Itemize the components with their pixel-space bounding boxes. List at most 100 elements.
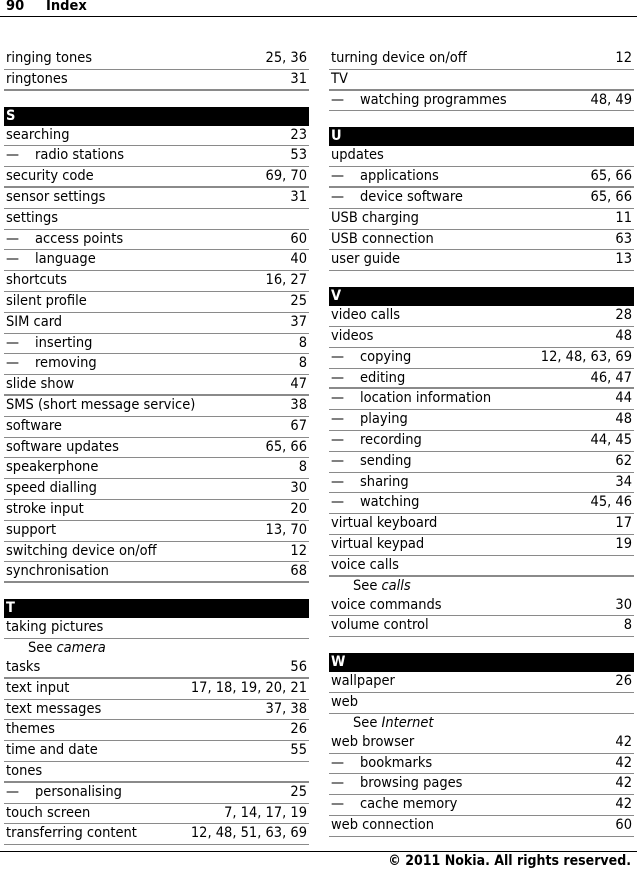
index-term: — inserting: [6, 334, 92, 353]
index-entry: shortcuts 16, 27: [4, 271, 309, 292]
index-page-refs[interactable]: 23: [290, 126, 307, 145]
index-page-refs[interactable]: 67: [290, 417, 307, 436]
index-page-refs[interactable]: 42: [615, 733, 632, 752]
index-term-text: updates: [331, 147, 384, 164]
index-page-refs[interactable]: 46, 47: [591, 369, 632, 388]
index-entry: text messages 37, 38: [4, 700, 309, 721]
index-term-text: support: [6, 521, 57, 538]
index-page-refs[interactable]: 60: [615, 816, 632, 835]
index-page-refs[interactable]: 26: [615, 672, 632, 691]
index-page-refs[interactable]: 8: [299, 458, 307, 477]
index-page-refs[interactable]: 65, 66: [266, 438, 307, 457]
index-term-text: videos: [331, 327, 374, 344]
index-page-refs[interactable]: 37: [290, 313, 307, 332]
index-page-refs[interactable]: 16, 27: [266, 271, 307, 290]
index-page-refs[interactable]: 48: [615, 410, 632, 429]
index-page-refs[interactable]: 40: [290, 250, 307, 269]
index-page-refs[interactable]: 31: [290, 188, 307, 207]
index-page-refs[interactable]: 8: [299, 334, 307, 353]
subentry-dash: —: [331, 411, 345, 428]
index-entry: user guide 13: [329, 250, 634, 272]
index-term-text: USB connection: [331, 230, 434, 247]
index-term-text: themes: [6, 721, 55, 738]
index-page-refs[interactable]: 25, 36: [266, 49, 307, 68]
index-page-refs[interactable]: 12: [615, 49, 632, 68]
see-reference-link[interactable]: calls: [382, 578, 411, 594]
index-page-refs[interactable]: 12, 48, 63, 69: [541, 348, 632, 367]
index-page-refs[interactable]: 13, 70: [266, 521, 307, 540]
index-page-refs[interactable]: 28: [615, 306, 632, 325]
index-page-refs[interactable]: 65, 66: [591, 188, 632, 207]
index-page-refs[interactable]: 12: [290, 542, 307, 561]
index-page-refs[interactable]: 13: [615, 250, 632, 269]
index-page-refs[interactable]: 47: [290, 375, 307, 394]
index-page-refs[interactable]: 34: [615, 473, 632, 492]
subentry-dash: —: [6, 230, 20, 247]
index-page-refs[interactable]: 25: [290, 292, 307, 311]
index-page-refs[interactable]: 42: [615, 795, 632, 814]
see-reference: See calls: [329, 577, 634, 596]
index-term: wallpaper: [331, 672, 395, 691]
index-term-text: user guide: [331, 251, 401, 268]
index-page-refs[interactable]: 38: [290, 396, 307, 415]
index-page-refs[interactable]: 20: [290, 500, 307, 519]
index-page-refs[interactable]: 19: [615, 535, 632, 554]
index-page-refs[interactable]: 25: [290, 783, 307, 802]
index-page-refs[interactable]: 44, 45: [591, 431, 632, 450]
index-term-text: switching device on/off: [6, 542, 157, 559]
index-page-refs[interactable]: 68: [290, 562, 307, 581]
index-term: sensor settings: [6, 188, 105, 207]
index-page-refs[interactable]: 30: [290, 479, 307, 498]
index-subentry: — copying 12, 48, 63, 69: [329, 348, 634, 369]
index-term-text: web: [331, 693, 358, 710]
index-page-refs[interactable]: 12, 48, 51, 63, 69: [191, 824, 307, 843]
index-subentry: — radio stations 53: [4, 146, 309, 168]
index-term: — access points: [6, 230, 123, 249]
index-entry: software updates 65, 66: [4, 438, 309, 459]
index-page-refs[interactable]: 53: [290, 146, 307, 165]
index-page-refs[interactable]: 7, 14, 17, 19: [224, 804, 307, 823]
index-page-refs[interactable]: 65, 66: [591, 167, 632, 186]
index-term-text: language: [35, 251, 96, 268]
index-page-refs[interactable]: 17: [615, 514, 632, 533]
index-page-refs[interactable]: 56: [290, 658, 307, 677]
index-term: — applications: [331, 167, 439, 186]
index-page-refs[interactable]: 30: [615, 596, 632, 615]
index-page-refs[interactable]: 62: [615, 452, 632, 471]
index-page-refs[interactable]: 44: [615, 389, 632, 408]
index-page-refs[interactable]: 69, 70: [266, 167, 307, 186]
index-page-refs[interactable]: 31: [290, 70, 307, 89]
see-reference-link[interactable]: Internet: [382, 715, 434, 731]
see-reference-link[interactable]: camera: [57, 640, 106, 656]
index-page-refs[interactable]: 48, 49: [591, 91, 632, 110]
index-term: security code: [6, 167, 94, 186]
index-term-text: playing: [360, 411, 408, 428]
index-page-refs[interactable]: 11: [615, 209, 632, 228]
index-entry: searching 23: [4, 126, 309, 147]
index-term-text: settings: [6, 209, 59, 226]
index-term: text messages: [6, 700, 101, 719]
index-page-refs[interactable]: 45, 46: [591, 493, 632, 512]
index-page-refs[interactable]: 60: [290, 230, 307, 249]
index-page-refs[interactable]: 55: [290, 741, 307, 760]
index-entry: virtual keypad 19: [329, 535, 634, 556]
index-page-refs[interactable]: 42: [615, 754, 632, 773]
index-page-refs[interactable]: 8: [624, 616, 632, 635]
index-page-refs[interactable]: 42: [615, 774, 632, 793]
index-term-text: taking pictures: [6, 619, 104, 636]
index-term: voice calls: [331, 556, 399, 575]
index-page-refs[interactable]: 17, 18, 19, 20, 21: [191, 679, 307, 698]
index-term: user guide: [331, 250, 400, 269]
index-term: USB charging: [331, 209, 419, 228]
index-page-refs[interactable]: 48: [615, 327, 632, 346]
index-page-refs[interactable]: 8: [299, 354, 307, 373]
section-letter-heading: V: [329, 287, 634, 307]
index-page-refs[interactable]: 63: [615, 230, 632, 249]
index-subentry: — removing 8: [4, 354, 309, 376]
index-page-refs[interactable]: 37, 38: [266, 700, 307, 719]
index-page-refs[interactable]: 26: [290, 720, 307, 739]
see-reference: See Internet: [329, 714, 634, 733]
index-subentry: — location information 44: [329, 389, 634, 411]
index-term: support: [6, 521, 56, 540]
index-term-text: virtual keypad: [331, 535, 425, 552]
